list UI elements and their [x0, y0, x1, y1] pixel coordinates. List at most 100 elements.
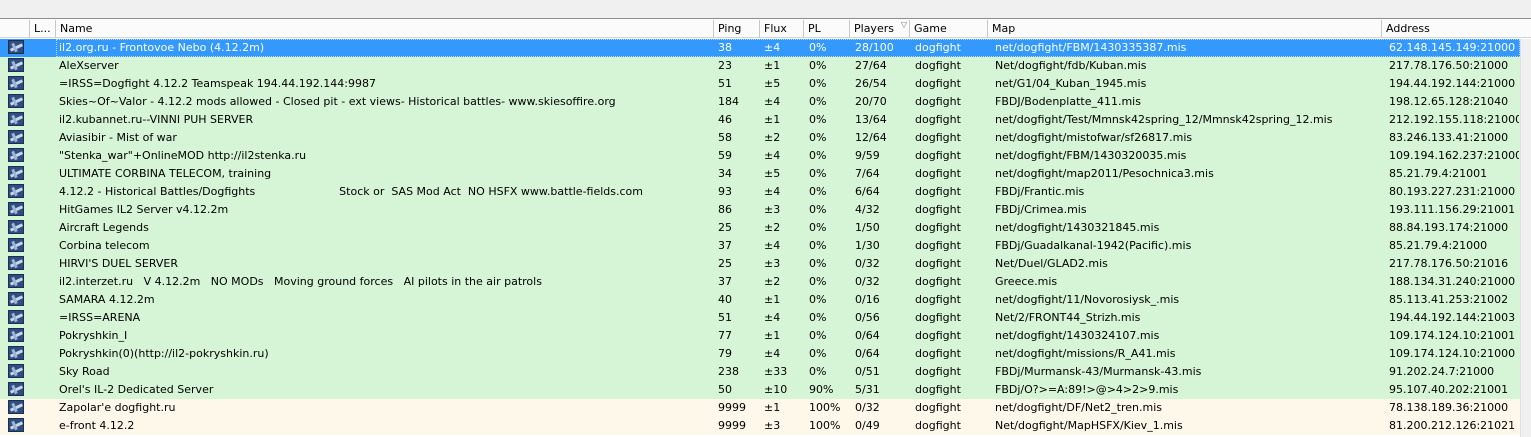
table-row[interactable]: ULTIMATE CORBINA TELECOM, training 34 ±5 0%… — [0, 165, 1520, 183]
cell-players: 27/64 — [855, 59, 887, 72]
cell-flux: ±4 — [764, 149, 781, 162]
table-row[interactable]: Aircraft Legends 25 ±2 0% 1/50 dogfight net/do… — [0, 219, 1520, 237]
cell-address: 217.78.176.50:21016 — [1389, 257, 1509, 270]
cell-name: Skies~Of~Valor - 4.12.2 mods allowed - C… — [59, 95, 616, 108]
column-header-name[interactable]: Name — [56, 20, 714, 37]
cell-ping: 184 — [718, 95, 739, 108]
cell-game: dogfight — [915, 311, 961, 324]
table-row[interactable]: il2.org.ru - Frontovoe Nebo (4.12.2m) 38 ±… — [0, 39, 1520, 57]
column-header-address[interactable]: Address — [1382, 20, 1531, 37]
plane-icon — [8, 274, 24, 288]
cell-address: 88.84.193.174:21000 — [1389, 221, 1509, 234]
cell-players: 13/64 — [855, 113, 887, 126]
cell-map: Net/dogfight/MapHSFX/Kiev_1.mis — [995, 419, 1183, 432]
cell-map: net/dogfight/map2011/Pesochnica3.mis — [995, 167, 1214, 180]
table-row[interactable]: il2.interzet.ru V 4.12.2m NO MODs Moving… — [0, 273, 1520, 291]
table-row[interactable]: Zapolar'e dogfight.ru 9999 ±1 100% 0/32 dogfi… — [0, 399, 1520, 417]
cell-map: net/G1/04_Kuban_1945.mis — [995, 77, 1147, 90]
column-header-locked[interactable]: L... — [30, 20, 56, 37]
cell-ping: 50 — [718, 383, 732, 396]
table-row[interactable]: il2.kubannet.ru--VINNI PUH SERVER 46 ±1 0% 1… — [0, 111, 1520, 129]
cell-map: net/dogfight/11/Novorosiysk_.mis — [995, 293, 1180, 306]
cell-pl: 0% — [809, 257, 827, 270]
column-header-players[interactable]: Players ▽ — [850, 20, 910, 37]
cell-map: Greece.mis — [995, 275, 1058, 288]
table-row[interactable]: =IRSS=ARENA 51 ±4 0% 0/56 dogfight Net/2/FRONT… — [0, 309, 1520, 327]
table-row[interactable]: Corbina telecom 37 ±4 0% 1/30 dogfight FBDj/Gu… — [0, 237, 1520, 255]
column-header-map[interactable]: Map — [988, 20, 1382, 37]
cell-map: FBDj/O?>=A:89!>@>4>2>9.mis — [995, 383, 1179, 396]
column-header-players-label: Players — [854, 22, 894, 35]
table-row[interactable]: e-front 4.12.2 9999 ±3 100% 0/49 dogfight Net/… — [0, 417, 1520, 435]
column-header-ping[interactable]: Ping — [714, 20, 760, 37]
plane-icon — [8, 328, 24, 342]
plane-icon — [8, 382, 24, 396]
cell-ping: 77 — [718, 329, 732, 342]
cell-ping: 9999 — [718, 401, 746, 414]
cell-pl: 0% — [809, 167, 827, 180]
cell-name: Aviasibir - Mist of war — [59, 131, 177, 144]
cell-ping: 86 — [718, 203, 732, 216]
cell-ping: 25 — [718, 257, 732, 270]
plane-icon — [8, 364, 24, 378]
cell-name: SAMARA 4.12.2m — [59, 293, 155, 306]
column-header-flux[interactable]: Flux — [760, 20, 804, 37]
cell-flux: ±4 — [764, 239, 781, 252]
table-row[interactable]: SAMARA 4.12.2m 40 ±1 0% 0/16 dogfight net/dogf… — [0, 291, 1520, 309]
cell-address: 109.174.124.10:21001 — [1389, 329, 1516, 342]
vertical-scrollbar[interactable] — [1520, 39, 1531, 437]
cell-map: Net/dogfight/fdb/Kuban.mis — [995, 59, 1147, 72]
plane-icon — [8, 40, 24, 54]
table-row[interactable]: =IRSS=Dogfight 4.12.2 Teamspeak 194.44.1… — [0, 75, 1520, 93]
cell-address: 212.192.155.118:21000 — [1389, 113, 1519, 126]
cell-game: dogfight — [915, 41, 961, 54]
cell-name: Orel's IL-2 Dedicated Server — [59, 383, 214, 396]
cell-players: 6/64 — [855, 185, 880, 198]
cell-address: 85.21.79.4:21001 — [1389, 167, 1488, 180]
cell-pl: 0% — [809, 329, 827, 342]
plane-icon — [8, 400, 24, 414]
column-header-pl[interactable]: PL — [804, 20, 850, 37]
cell-address: 198.12.65.128:21040 — [1389, 95, 1509, 108]
column-header-row: L... Name Ping Flux PL Players ▽ Game Ma… — [0, 20, 1531, 38]
cell-map: FBDJ/Bodenplatte_411.mis — [995, 95, 1141, 108]
cell-ping: 58 — [718, 131, 732, 144]
table-row[interactable]: "Stenka_war"+OnlineMOD http://il2stenka.… — [0, 147, 1520, 165]
cell-map: net/dogfight/Test/Mmnsk42spring_12/Mmnsk… — [995, 113, 1333, 126]
table-row[interactable]: Pokryshkin(0)(http://il2-pokryshkin.ru) 7… — [0, 345, 1520, 363]
table-row[interactable]: HIRVI'S DUEL SERVER 25 ±3 0% 0/32 dogfight Net… — [0, 255, 1520, 273]
cell-name: Pokryshkin_I — [59, 329, 128, 342]
table-row[interactable]: Pokryshkin_I 77 ±1 0% 0/64 dogfight net/dogfig… — [0, 327, 1520, 345]
cell-flux: ±5 — [764, 77, 781, 90]
cell-players: 9/59 — [855, 149, 880, 162]
cell-map: FBDj/Frantic.mis — [995, 185, 1085, 198]
cell-ping: 38 — [718, 41, 732, 54]
cell-name: "Stenka_war"+OnlineMOD http://il2stenka.… — [59, 149, 307, 162]
cell-name: =IRSS=ARENA — [59, 311, 141, 324]
column-header-game[interactable]: Game — [910, 20, 988, 37]
table-row[interactable]: Skies~Of~Valor - 4.12.2 mods allowed - C… — [0, 93, 1520, 111]
cell-game: dogfight — [915, 401, 961, 414]
table-row[interactable]: 4.12.2 - Historical Battles/Dogfights St… — [0, 183, 1520, 201]
server-list[interactable]: L... Name Ping Flux PL Players ▽ Game Ma… — [0, 20, 1531, 437]
plane-icon — [8, 310, 24, 324]
cell-players: 0/16 — [855, 293, 880, 306]
cell-name: HitGames IL2 Server v4.12.2m — [59, 203, 229, 216]
cell-pl: 0% — [809, 41, 827, 54]
table-row[interactable]: Orel's IL-2 Dedicated Server 50 ±10 90% 5/31… — [0, 381, 1520, 399]
cell-name: il2.kubannet.ru--VINNI PUH SERVER — [59, 113, 254, 126]
table-row[interactable]: Aviasibir - Mist of war 58 ±2 0% 12/64 dogfig… — [0, 129, 1520, 147]
cell-flux: ±1 — [764, 113, 781, 126]
cell-name: Zapolar'e dogfight.ru — [59, 401, 176, 414]
column-header-icon[interactable] — [0, 20, 30, 37]
table-row[interactable]: HitGames IL2 Server v4.12.2m 86 ±3 0% 4/32 do… — [0, 201, 1520, 219]
cell-players: 0/51 — [855, 365, 880, 378]
table-row[interactable]: AleXserver 23 ±1 0% 27/64 dogfight Net/dogfigh… — [0, 57, 1520, 75]
cell-ping: 46 — [718, 113, 732, 126]
cell-name: ULTIMATE CORBINA TELECOM, training — [59, 167, 272, 180]
table-row[interactable]: Sky Road 238 ±33 0% 0/51 dogfight FBDj/Murmans… — [0, 363, 1520, 381]
cell-address: 78.138.189.36:21000 — [1389, 401, 1509, 414]
cell-address: 109.194.162.237:21000 — [1389, 149, 1519, 162]
cell-flux: ±2 — [764, 221, 781, 234]
cell-players: 12/64 — [855, 131, 887, 144]
